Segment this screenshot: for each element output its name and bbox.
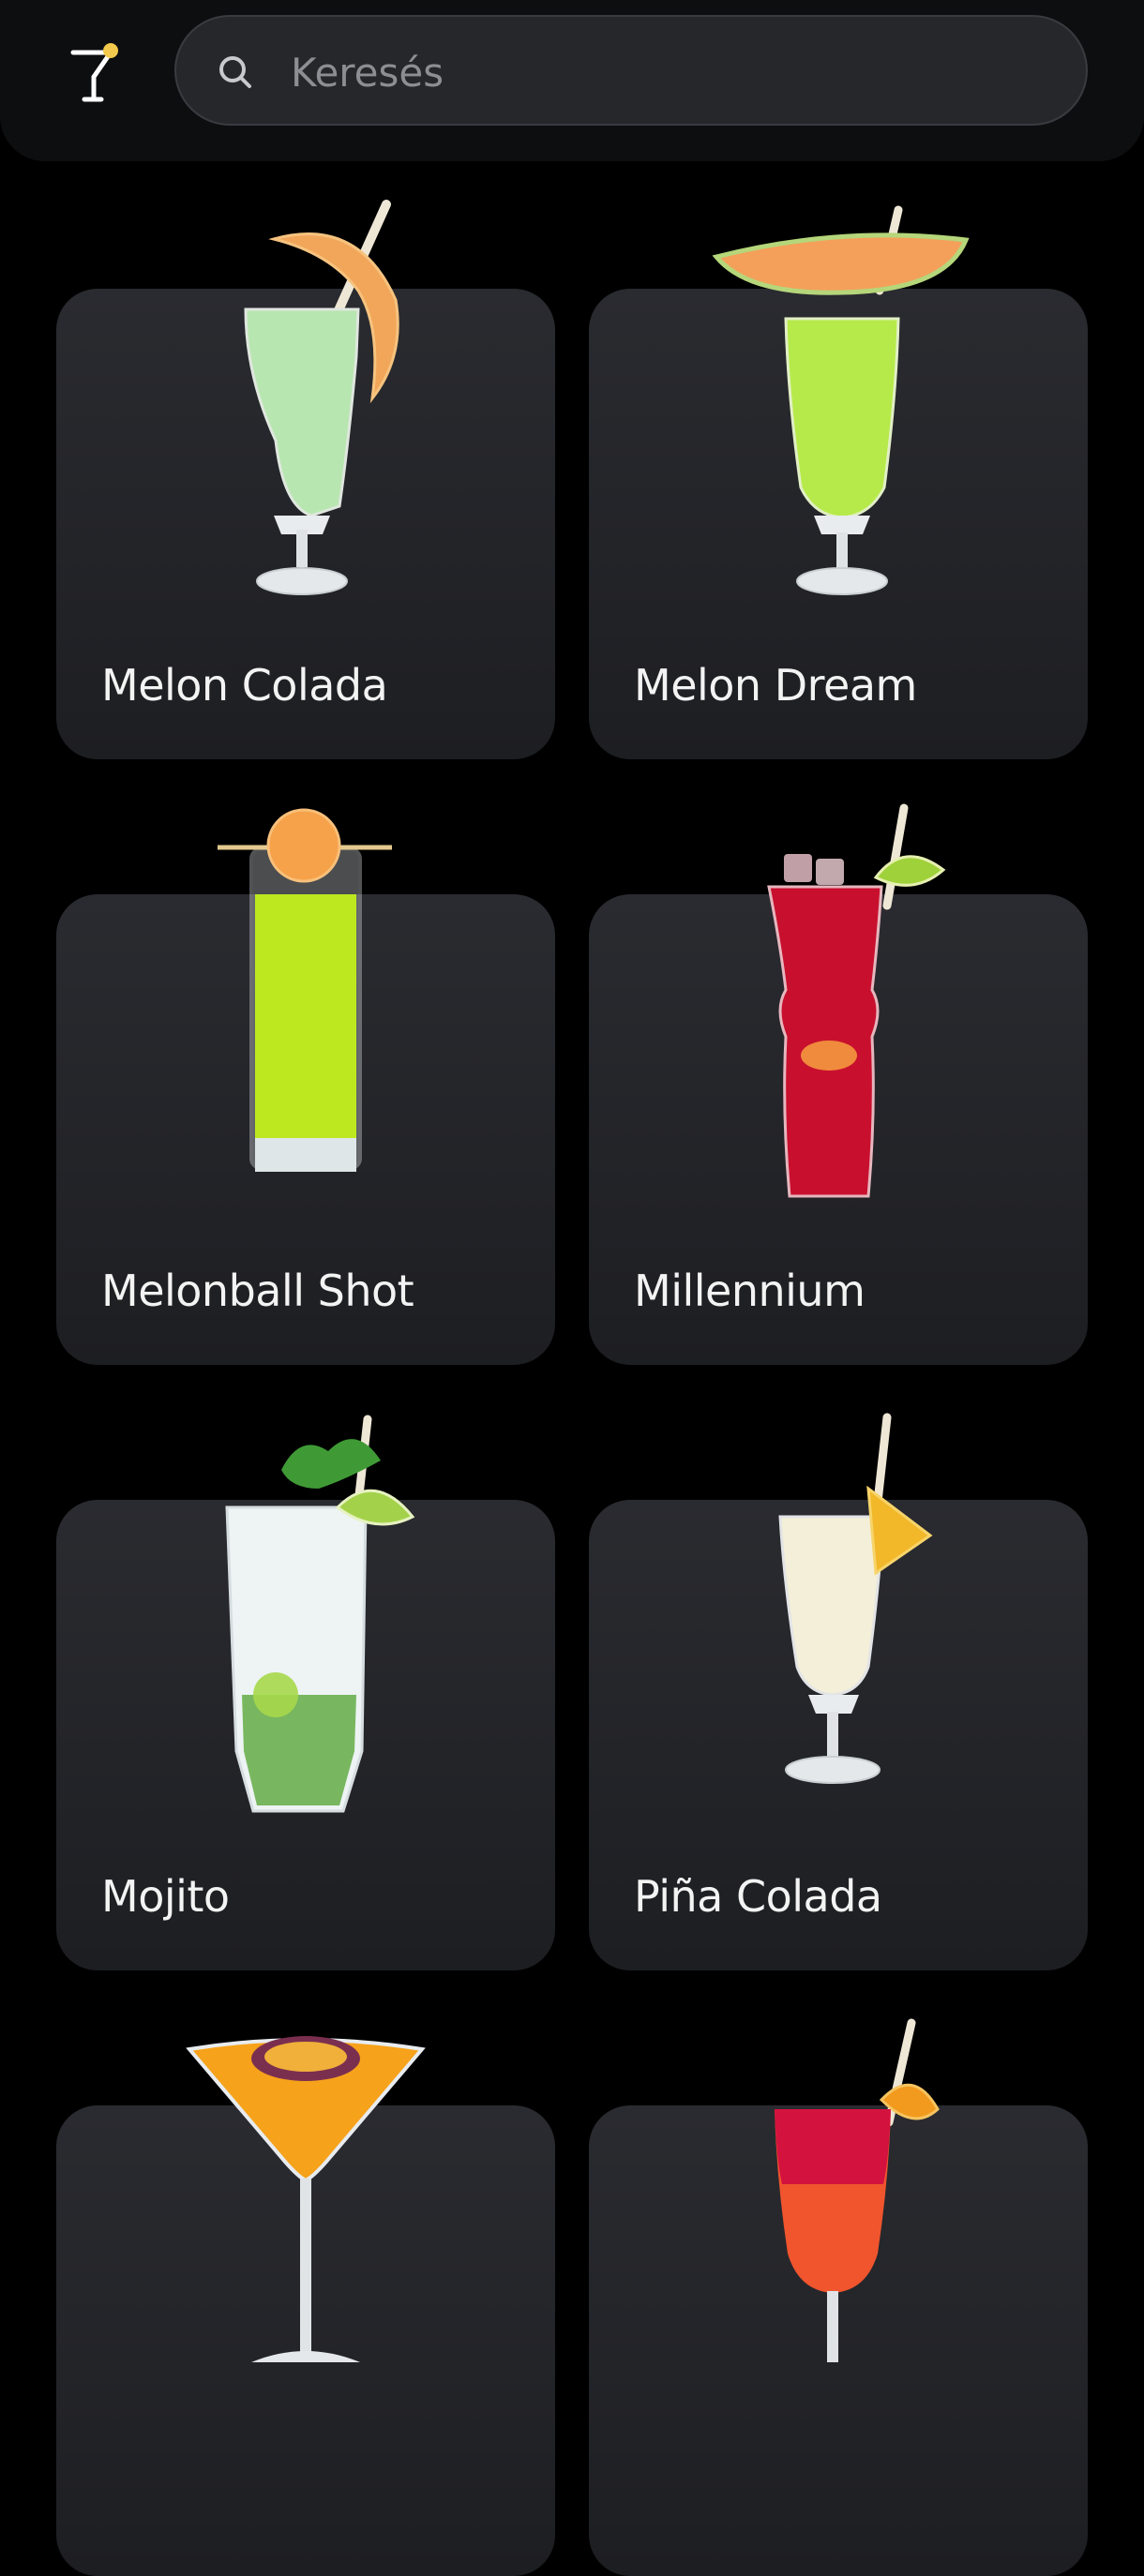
cocktail-image bbox=[775, 2018, 940, 2362]
search-icon bbox=[219, 56, 251, 88]
cocktail-image bbox=[218, 808, 392, 1172]
search-bar[interactable] bbox=[174, 15, 1088, 126]
cocktail-image bbox=[225, 1415, 415, 1813]
cocktail-image bbox=[712, 205, 970, 595]
search-input[interactable] bbox=[289, 34, 1043, 111]
top-bar bbox=[0, 0, 1144, 161]
cocktail-name: Mojito bbox=[101, 1871, 230, 1922]
cocktail-name: Melon Dream bbox=[634, 660, 917, 711]
cocktail-name: Melon Colada bbox=[101, 660, 388, 711]
cocktail-image bbox=[244, 200, 399, 595]
cocktail-image bbox=[778, 1413, 933, 1784]
cocktail-name: Millennium bbox=[634, 1266, 866, 1316]
cocktail-name: Melonball Shot bbox=[101, 1266, 414, 1316]
cocktail-image bbox=[767, 803, 946, 1198]
cocktail-glass-icon[interactable] bbox=[68, 39, 128, 105]
cocktail-image bbox=[186, 2036, 426, 2362]
cocktail-name: Piña Colada bbox=[634, 1871, 882, 1922]
